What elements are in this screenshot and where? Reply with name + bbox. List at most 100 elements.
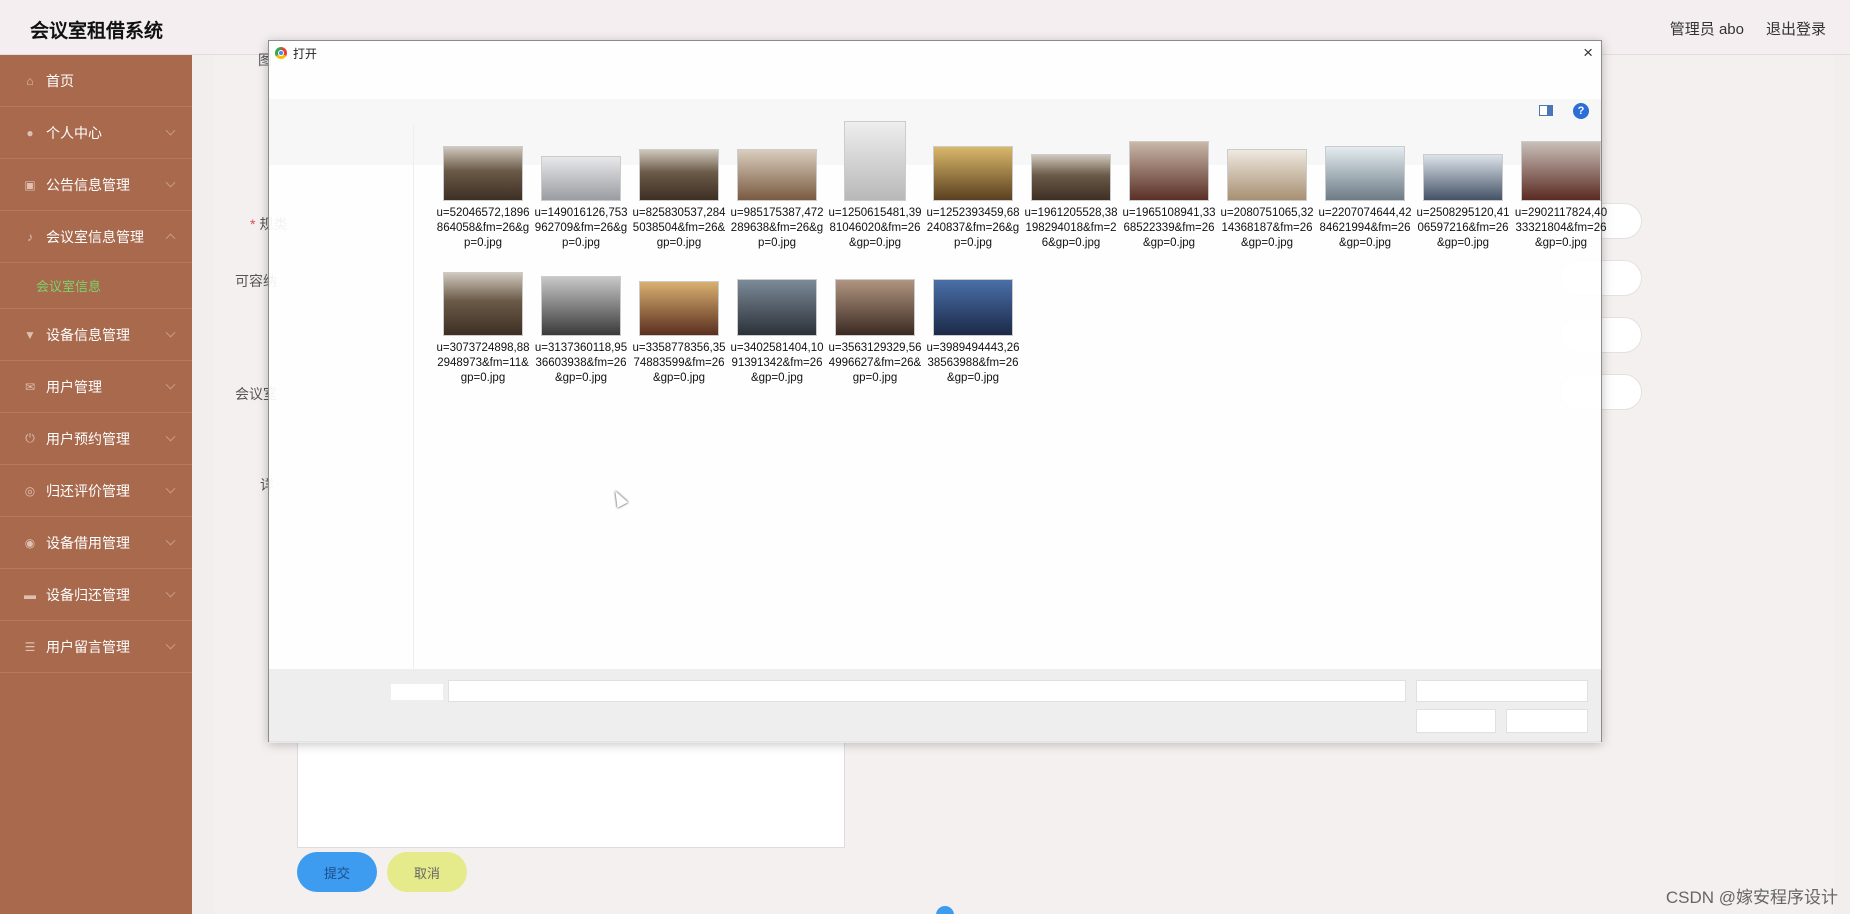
file-name: u=1961205528,38198294018&fm=26&gp=0.jpg bbox=[1024, 207, 1118, 249]
chrome-icon bbox=[275, 47, 287, 59]
file-item[interactable]: u=3358778356,3574883599&fm=26&gp=0.jpg bbox=[631, 272, 727, 386]
file-thumbnail bbox=[1325, 146, 1405, 201]
file-item[interactable]: u=2902117824,4033321804&fm=26&gp=0.jpg bbox=[1513, 136, 1609, 251]
file-name: u=3989494443,2638563988&fm=26&gp=0.jpg bbox=[926, 342, 1020, 384]
file-type-select[interactable] bbox=[1416, 680, 1588, 702]
dialog-address-bar[interactable] bbox=[269, 65, 1601, 99]
sidebar-item-devices[interactable]: ▼ 设备信息管理 bbox=[0, 309, 192, 361]
device-icon: ▼ bbox=[24, 327, 36, 342]
file-item[interactable]: u=2207074644,4284621994&fm=26&gp=0.jpg bbox=[1317, 136, 1413, 251]
file-item[interactable]: u=1961205528,38198294018&fm=26&gp=0.jpg bbox=[1023, 136, 1119, 251]
dialog-title: 打开 bbox=[293, 46, 318, 61]
notice-icon: ▣ bbox=[24, 177, 36, 192]
open-file-dialog: 打开 × ? u=52046572,1896864058&fm=26&gp=0.… bbox=[268, 40, 1607, 743]
chevron-down-icon bbox=[165, 327, 176, 338]
sidebar-item-label: 设备借用管理 bbox=[46, 534, 130, 551]
sidebar-item-profile[interactable]: ● 个人中心 bbox=[0, 107, 192, 159]
file-name: u=825830537,2845038504&fm=26&gp=0.jpg bbox=[632, 207, 726, 249]
file-name: u=1965108941,3368522339&fm=26&gp=0.jpg bbox=[1122, 207, 1216, 249]
sidebar-item-label: 设备信息管理 bbox=[46, 326, 130, 343]
sidebar-item-return[interactable]: ▬ 设备归还管理 bbox=[0, 569, 192, 621]
file-thumbnail bbox=[639, 149, 719, 201]
file-thumbnail bbox=[639, 281, 719, 336]
sidebar-item-rooms[interactable]: ♪ 会议室信息管理 bbox=[0, 211, 192, 263]
message-icon: ☰ bbox=[24, 639, 36, 654]
dialog-titlebar: 打开 × bbox=[269, 41, 1601, 65]
file-name-label bbox=[391, 684, 443, 700]
sidebar-item-label: 首页 bbox=[46, 72, 74, 89]
file-item[interactable]: u=1965108941,3368522339&fm=26&gp=0.jpg bbox=[1121, 136, 1217, 251]
chevron-down-icon bbox=[165, 177, 176, 188]
file-thumbnail bbox=[737, 149, 817, 201]
user-label[interactable]: 管理员 abo bbox=[1670, 18, 1744, 39]
app-title: 会议室租借系统 bbox=[30, 21, 164, 42]
file-thumbnail bbox=[443, 272, 523, 336]
file-item[interactable]: u=2508295120,4106597216&fm=26&gp=0.jpg bbox=[1415, 136, 1511, 251]
sidebar-item-label: 公告信息管理 bbox=[46, 176, 130, 193]
dialog-cancel-button[interactable] bbox=[1506, 709, 1588, 733]
file-item[interactable]: u=2080751065,3214368187&fm=26&gp=0.jpg bbox=[1219, 136, 1315, 251]
file-thumbnail bbox=[933, 146, 1013, 201]
file-name: u=3563129329,564996627&fm=26&gp=0.jpg bbox=[828, 342, 922, 384]
sidebar-item-home[interactable]: ⌂ 首页 bbox=[0, 55, 192, 107]
chevron-up-icon bbox=[165, 233, 176, 244]
file-item[interactable]: u=1250615481,3981046020&fm=26&gp=0.jpg bbox=[827, 121, 923, 251]
file-name: u=1252393459,68240837&fm=26&gp=0.jpg bbox=[926, 207, 1020, 249]
file-thumbnail bbox=[737, 279, 817, 336]
file-name-input[interactable] bbox=[448, 680, 1406, 702]
file-thumbnail bbox=[1521, 141, 1601, 201]
file-item[interactable]: u=3073724898,882948973&fm=11&gp=0.jpg bbox=[435, 272, 531, 386]
file-item[interactable]: u=1252393459,68240837&fm=26&gp=0.jpg bbox=[925, 136, 1021, 251]
open-button[interactable] bbox=[1416, 709, 1496, 733]
file-item[interactable]: u=985175387,472289638&fm=26&gp=0.jpg bbox=[729, 136, 825, 251]
sidebar-item-borrow[interactable]: ◉ 设备借用管理 bbox=[0, 517, 192, 569]
file-name: u=3137360118,9536603938&fm=26&gp=0.jpg bbox=[534, 342, 628, 384]
sidebar-item-label: 设备归还管理 bbox=[46, 586, 130, 603]
file-item[interactable]: u=52046572,1896864058&fm=26&gp=0.jpg bbox=[435, 136, 531, 251]
help-icon[interactable]: ? bbox=[1573, 103, 1589, 119]
file-item[interactable]: u=149016126,753962709&fm=26&gp=0.jpg bbox=[533, 136, 629, 251]
dialog-navigation-pane[interactable] bbox=[269, 125, 414, 709]
return-icon: ▬ bbox=[24, 587, 36, 602]
file-name: u=3358778356,3574883599&fm=26&gp=0.jpg bbox=[632, 342, 726, 384]
file-name: u=2207074644,4284621994&fm=26&gp=0.jpg bbox=[1318, 207, 1412, 249]
logout-link[interactable]: 退出登录 bbox=[1766, 18, 1826, 39]
sidebar-item-reviews[interactable]: ◎ 归还评价管理 bbox=[0, 465, 192, 517]
file-thumbnail bbox=[443, 146, 523, 201]
sidebar-item-users[interactable]: ✉ 用户管理 bbox=[0, 361, 192, 413]
file-name: u=2080751065,3214368187&fm=26&gp=0.jpg bbox=[1220, 207, 1314, 249]
home-icon: ⌂ bbox=[26, 73, 34, 88]
user-area: 管理员 abo 退出登录 bbox=[1670, 18, 1826, 39]
file-name: u=2508295120,4106597216&fm=26&gp=0.jpg bbox=[1416, 207, 1510, 249]
sidebar-item-reservations[interactable]: ⏻ 用户预约管理 bbox=[0, 413, 192, 465]
file-name: u=52046572,1896864058&fm=26&gp=0.jpg bbox=[436, 207, 530, 249]
sidebar-item-notices[interactable]: ▣ 公告信息管理 bbox=[0, 159, 192, 211]
cancel-button[interactable]: 取消 bbox=[387, 852, 467, 892]
submit-button[interactable]: 提交 bbox=[297, 852, 377, 892]
file-item[interactable]: u=3563129329,564996627&fm=26&gp=0.jpg bbox=[827, 272, 923, 386]
sidebar: ⌂ 首页 ● 个人中心 ▣ 公告信息管理 ♪ 会议室信息管理 会议室信息 ▼ 设… bbox=[0, 55, 192, 914]
watermark: CSDN @嫁安程序设计 bbox=[1665, 888, 1838, 907]
chevron-down-icon bbox=[165, 535, 176, 546]
dialog-footer bbox=[269, 669, 1601, 743]
file-name: u=2902117824,4033321804&fm=26&gp=0.jpg bbox=[1514, 207, 1608, 249]
sidebar-item-label: 用户预约管理 bbox=[46, 430, 130, 447]
chevron-down-icon bbox=[165, 483, 176, 494]
sidebar-item-messages[interactable]: ☰ 用户留言管理 bbox=[0, 621, 192, 673]
file-thumbnail bbox=[1227, 149, 1307, 201]
chevron-down-icon bbox=[165, 125, 176, 136]
file-item[interactable]: u=3137360118,9536603938&fm=26&gp=0.jpg bbox=[533, 272, 629, 386]
close-icon[interactable]: × bbox=[1583, 43, 1593, 63]
view-pane-icon[interactable] bbox=[1539, 105, 1553, 116]
file-item[interactable]: u=3989494443,2638563988&fm=26&gp=0.jpg bbox=[925, 272, 1021, 386]
rich-text-editor[interactable] bbox=[297, 740, 845, 848]
file-thumbnail bbox=[1423, 154, 1503, 201]
file-name: u=1250615481,3981046020&fm=26&gp=0.jpg bbox=[828, 207, 922, 249]
file-thumbnail bbox=[844, 121, 906, 201]
sidebar-item-label: 归还评价管理 bbox=[46, 482, 130, 499]
file-item[interactable]: u=3402581404,1091391342&fm=26&gp=0.jpg bbox=[729, 272, 825, 386]
file-item[interactable]: u=825830537,2845038504&fm=26&gp=0.jpg bbox=[631, 136, 727, 251]
sidebar-subitem-room-info[interactable]: 会议室信息 bbox=[0, 263, 192, 309]
file-thumbnail bbox=[835, 279, 915, 336]
file-thumbnail bbox=[541, 276, 621, 336]
